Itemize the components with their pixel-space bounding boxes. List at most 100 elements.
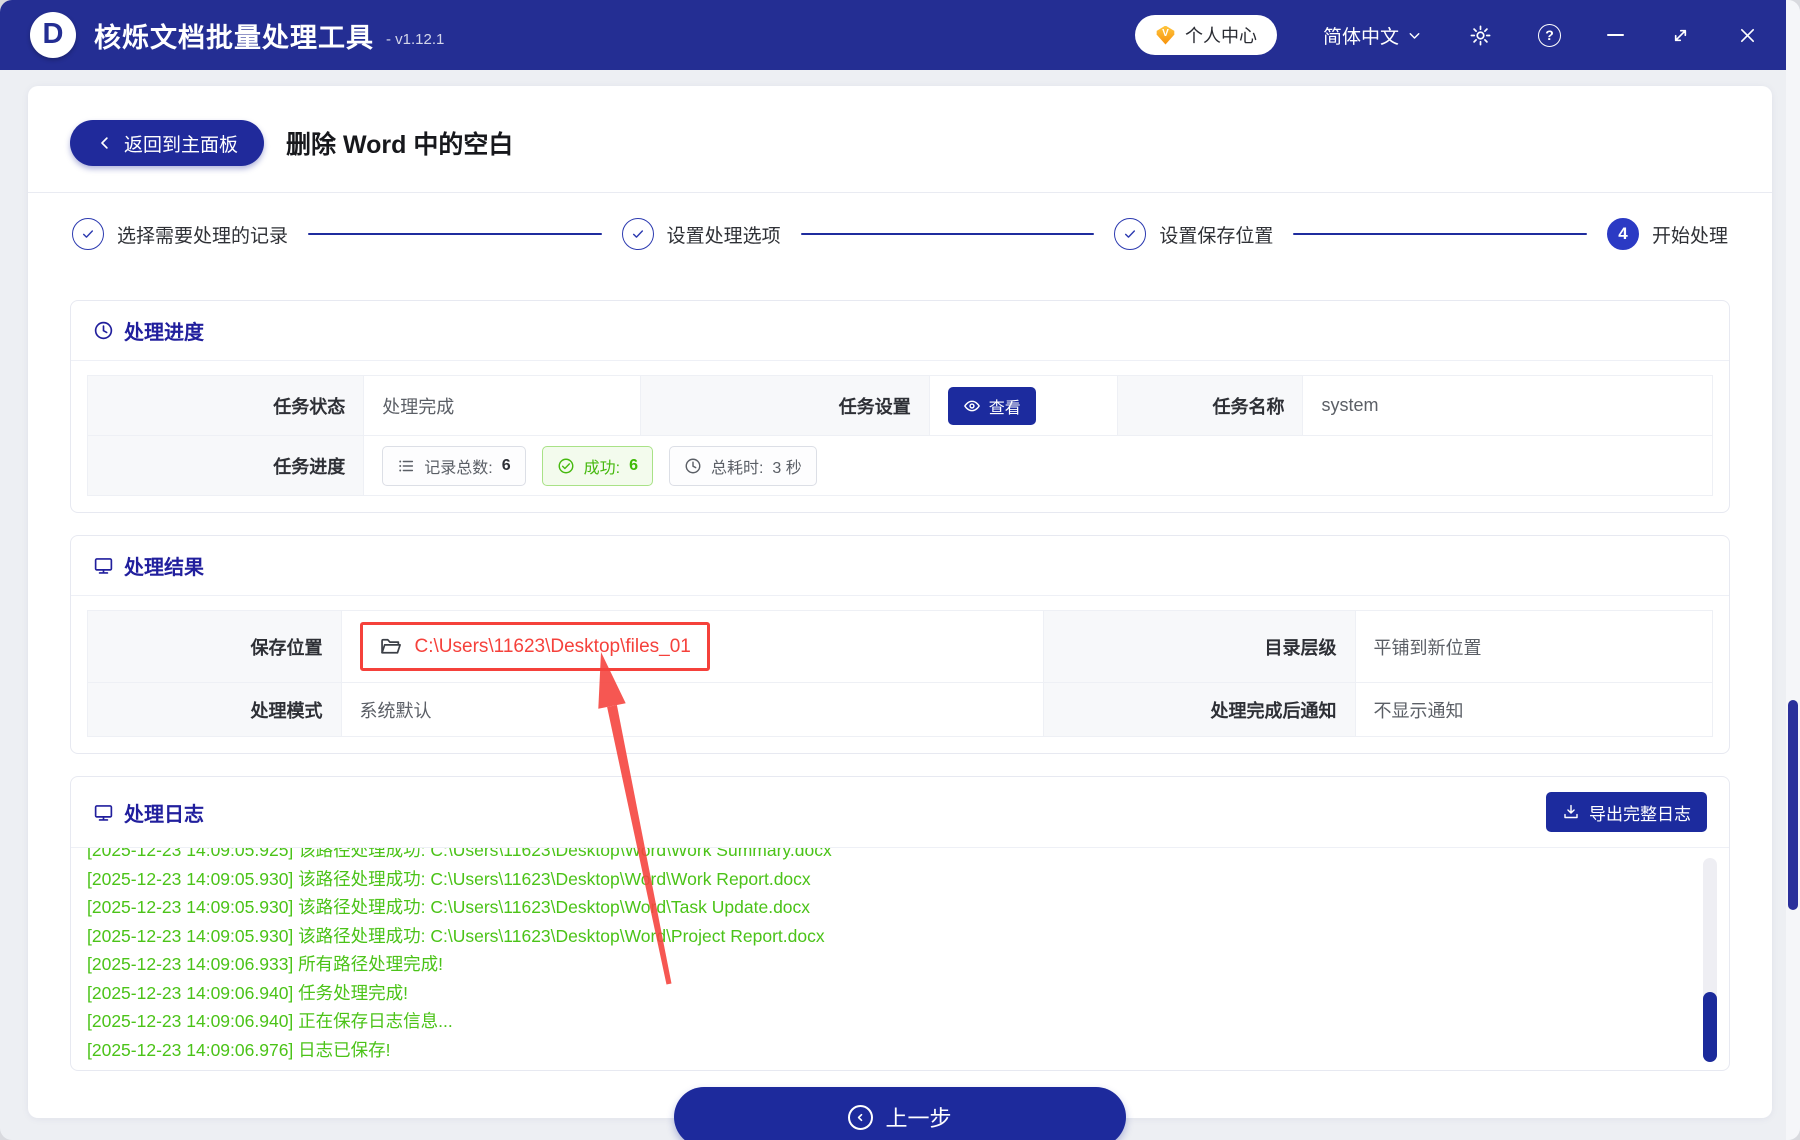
step-4: 4 开始处理 [1606,218,1728,250]
progress-panel: 处理进度 任务状态 处理完成 任务设置 查看 任务名称 system 任务进度 … [70,300,1730,513]
help-button[interactable]: ? [1538,23,1561,47]
close-button[interactable] [1737,25,1758,46]
clock-icon [685,458,701,473]
record-count-value: 6 [501,456,511,474]
record-count-label: 记录总数: [424,459,493,477]
success-count-value: 6 [629,456,638,474]
success-count-badge: 成功: 6 [541,445,653,486]
user-center-label: 个人中心 [1184,26,1257,46]
maximize-button[interactable] [1670,25,1691,46]
window-scrollbar[interactable] [1786,0,1800,1140]
user-center-button[interactable]: V 个人中心 [1134,15,1277,55]
step-1: 选择需要处理的记录 [72,218,288,250]
log-line: [2025-12-23 14:09:05.930] 该路径处理成功: C:\Us… [87,925,825,946]
success-count-label: 成功: [583,459,621,477]
result-table: 保存位置 C:\Users\11623\Desktop\files_01 目录层… [87,610,1713,737]
minimize-button[interactable] [1607,33,1624,37]
step-2: 设置处理选项 [621,218,781,250]
log-line: [2025-12-23 14:09:05.930] 该路径处理成功: C:\Us… [87,868,811,889]
result-panel-body: 保存位置 C:\Users\11623\Desktop\files_01 目录层… [71,596,1729,753]
check-circle-icon [558,458,574,473]
task-name-label: 任务名称 [1117,375,1304,436]
app-title: 核烁文档批量处理工具 [94,22,374,53]
save-location-label: 保存位置 [87,610,342,683]
log-scrollbar-track[interactable] [1703,858,1717,1062]
app-window: D 核烁文档批量处理工具 - v1.12.1 V 个人中心 简体中文 ? 返回到… [0,0,1800,1140]
chevron-left-icon [101,137,108,149]
view-settings-button[interactable]: 查看 [947,386,1036,425]
notify-label: 处理完成后通知 [1042,682,1356,737]
app-version: - v1.12.1 [386,30,445,48]
progress-table: 任务状态 处理完成 任务设置 查看 任务名称 system 任务进度 记录总数:… [86,375,1713,496]
back-button-label: 返回到主面板 [124,134,239,156]
page-title: 删除 Word 中的空白 [286,131,514,159]
step-2-label: 设置处理选项 [666,225,781,247]
log-line: [2025-12-23 14:09:05.925] 该路径处理成功: C:\Us… [87,848,832,860]
window-scrollbar-thumb[interactable] [1788,700,1798,910]
settings-button[interactable] [1469,24,1492,47]
view-button-label: 查看 [988,399,1021,417]
step-check-icon [1114,218,1147,250]
titlebar: D 核烁文档批量处理工具 - v1.12.1 V 个人中心 简体中文 ? [0,0,1786,70]
step-indicator: 选择需要处理的记录 设置处理选项 设置保存位置 4 开始处理 [70,193,1730,278]
step-number-badge: 4 [1606,218,1639,250]
footer: 上一步 [70,1071,1730,1140]
language-selector[interactable]: 简体中文 [1323,22,1423,49]
result-panel: 处理结果 保存位置 C:\Users\11623\Desktop\files_0… [70,535,1730,754]
task-progress-label: 任务进度 [86,435,365,496]
step-1-label: 选择需要处理的记录 [117,225,289,247]
log-area[interactable]: [2025-12-23 14:09:05.925] 该路径处理成功: C:\Us… [71,848,1729,1070]
folder-icon [379,635,402,658]
view-icon [963,400,980,411]
question-icon: ? [1538,23,1561,47]
clock-icon [94,321,113,340]
back-button[interactable]: 返回到主面板 [70,120,265,166]
step-check-icon [621,218,654,250]
log-line: [2025-12-23 14:09:06.933] 所有路径处理完成! [87,954,444,974]
prev-step-button[interactable]: 上一步 [674,1087,1126,1140]
monitor-icon [94,558,113,574]
process-mode-value: 系统默认 [340,682,1044,737]
download-icon [1564,804,1578,819]
chevron-down-icon [1409,32,1420,39]
task-progress-cell: 记录总数: 6 成功: 6 总耗时: 3 秒 [363,435,1713,496]
record-count-badge: 记录总数: 6 [382,445,526,486]
step-connector [308,232,602,236]
monitor-icon [94,804,113,821]
elapsed-time-badge: 总耗时: 3 秒 [668,445,817,486]
elapsed-time-value: 3 秒 [772,459,802,477]
progress-badges: 记录总数: 6 成功: 6 总耗时: 3 秒 [382,445,1694,486]
log-panel: 处理日志 导出完整日志 [2025-12-23 14:09:05.925] 该路… [70,776,1730,1071]
task-settings-cell: 查看 [928,375,1119,436]
task-status-value: 处理完成 [363,375,641,436]
prev-step-label: 上一步 [885,1106,952,1131]
step-check-icon [72,218,104,250]
log-lines: [2025-12-23 14:09:05.925] 该路径处理成功: C:\Us… [87,848,1695,1064]
process-mode-label: 处理模式 [87,682,342,737]
list-icon [399,460,414,471]
circle-left-icon [848,1104,874,1130]
close-icon [1740,28,1755,42]
log-line: [2025-12-23 14:09:06.940] 任务处理完成! [87,982,409,1003]
log-panel-header: 处理日志 导出完整日志 [71,777,1729,848]
log-line: [2025-12-23 14:09:06.940] 正在保存日志信息... [87,1011,453,1031]
language-label: 简体中文 [1322,26,1399,48]
elapsed-time-label: 总耗时: [710,459,764,477]
progress-panel-header: 处理进度 [71,301,1729,361]
app-logo-icon: D [30,12,76,58]
save-location-cell: C:\Users\11623\Desktop\files_01 [340,610,1044,683]
log-line: [2025-12-23 14:09:06.976] 日志已保存! [87,1039,391,1060]
task-status-label: 任务状态 [86,375,365,436]
log-scrollbar-thumb[interactable] [1703,992,1717,1062]
save-path-value: C:\Users\11623\Desktop\files_01 [414,635,691,657]
save-path-highlight[interactable]: C:\Users\11623\Desktop\files_01 [359,622,710,671]
step-connector [800,232,1095,236]
main-card: 返回到主面板 删除 Word 中的空白 选择需要处理的记录 设置处理选项 设置保… [28,86,1772,1140]
result-panel-header: 处理结果 [71,536,1729,596]
export-log-button[interactable]: 导出完整日志 [1546,792,1707,832]
log-line: [2025-12-23 14:09:05.930] 该路径处理成功: C:\Us… [87,897,811,917]
notify-value: 不显示通知 [1354,682,1713,737]
progress-panel-body: 任务状态 处理完成 任务设置 查看 任务名称 system 任务进度 记录总数:… [71,361,1729,512]
step-3-label: 设置保存位置 [1159,225,1274,247]
log-panel-title: 处理日志 [124,803,204,826]
